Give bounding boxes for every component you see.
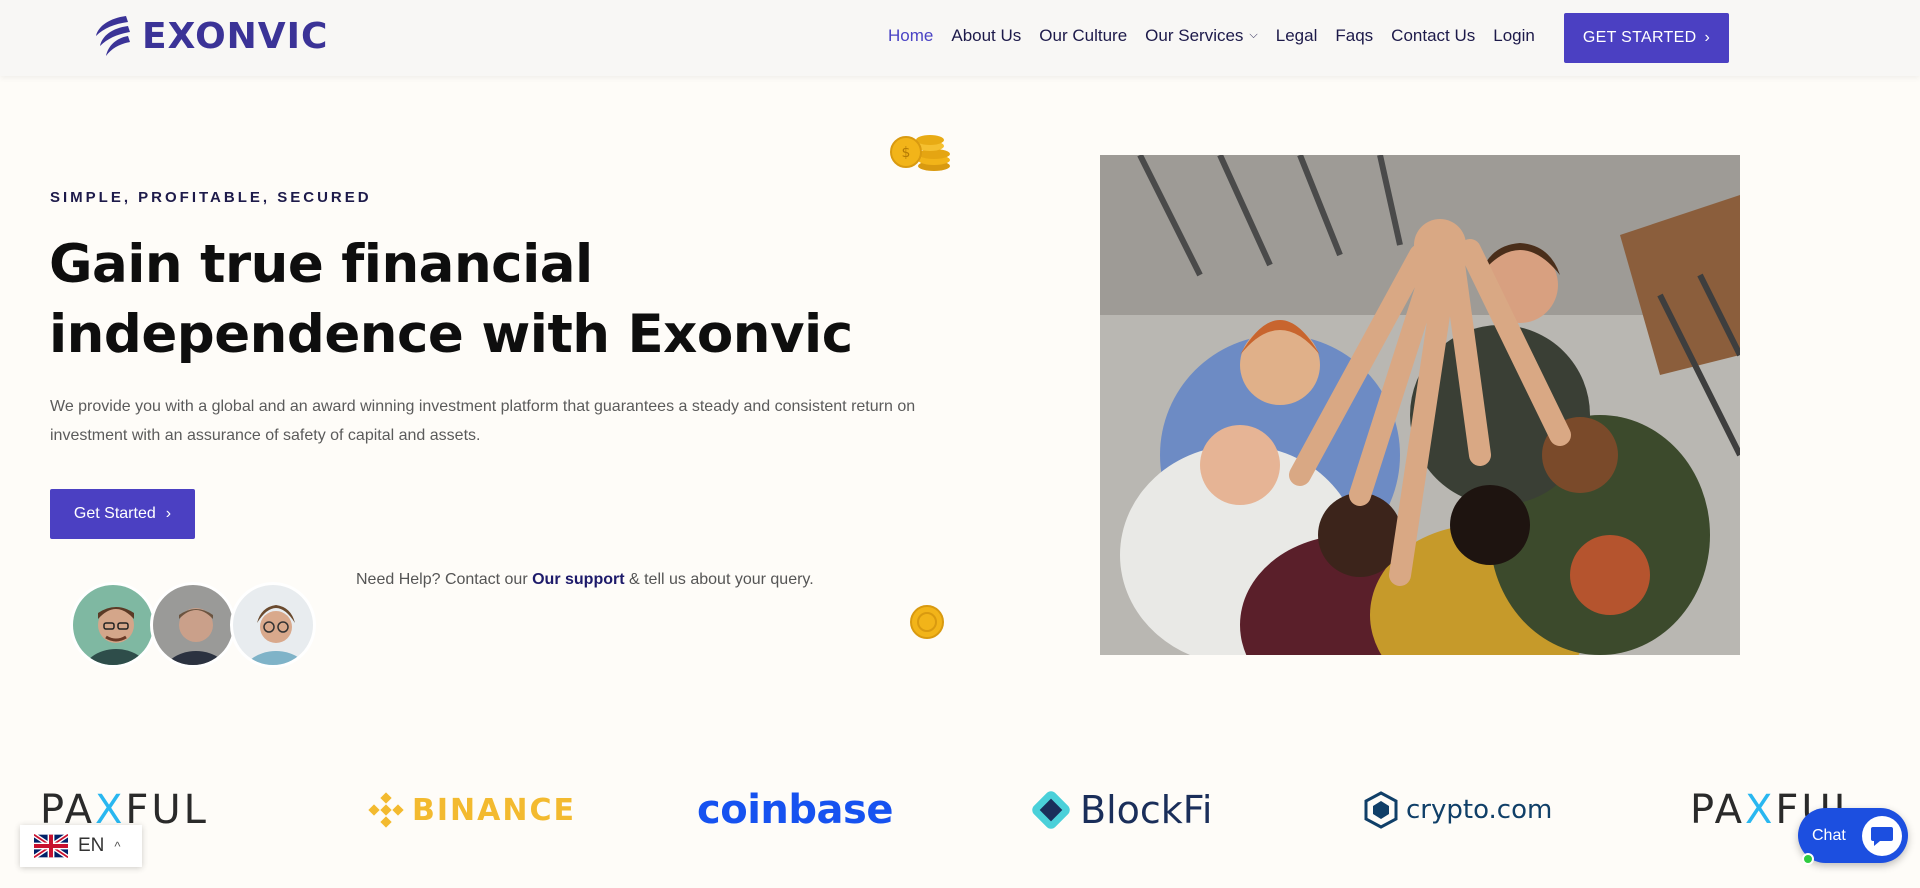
coin-icon bbox=[910, 605, 944, 639]
hero-team-photo bbox=[1100, 155, 1740, 655]
chevron-up-icon: ^ bbox=[114, 838, 121, 854]
partner-blockfi-logo: BlockFi bbox=[1030, 780, 1212, 840]
cryptocom-icon bbox=[1364, 791, 1398, 829]
partner-binance-logo: BINANCE bbox=[368, 780, 576, 840]
hero-eyebrow: SIMPLE, PROFITABLE, SECURED bbox=[50, 189, 372, 206]
paxful-x-letter: X bbox=[1744, 787, 1776, 833]
partner-binance-label: BINANCE bbox=[412, 792, 576, 828]
chat-bubble-icon bbox=[1862, 816, 1902, 856]
language-switcher[interactable]: EN ^ bbox=[20, 825, 142, 867]
nav-about-us[interactable]: About Us bbox=[951, 26, 1021, 46]
nav-our-culture[interactable]: Our Culture bbox=[1039, 26, 1127, 46]
logo-swoosh-icon bbox=[96, 16, 130, 56]
support-link[interactable]: Our support bbox=[532, 571, 624, 588]
chat-label: Chat bbox=[1812, 826, 1846, 844]
main-nav: Home About Us Our Culture Our Services ⌵… bbox=[888, 26, 1535, 46]
coins-stack-icon: $ bbox=[890, 135, 950, 171]
nav-our-services-label: Our Services bbox=[1145, 26, 1244, 45]
brand-name: EXONVIC bbox=[142, 15, 329, 57]
help-text: Need Help? Contact our Our support & tel… bbox=[356, 571, 814, 589]
partner-logos: PAXFUL BINANCE coinbase BlockFi crypto.c… bbox=[0, 780, 1920, 840]
help-prefix: Need Help? Contact our bbox=[356, 571, 533, 588]
avatar bbox=[70, 582, 156, 668]
chevron-right-icon: › bbox=[1704, 29, 1711, 46]
uk-flag-icon bbox=[34, 834, 68, 858]
partner-blockfi-label: BlockFi bbox=[1080, 788, 1213, 832]
avatar bbox=[230, 582, 316, 668]
nav-legal[interactable]: Legal bbox=[1276, 26, 1318, 46]
hero-title: Gain true financial independence with Ex… bbox=[49, 234, 853, 365]
nav-our-services[interactable]: Our Services ⌵ bbox=[1145, 26, 1258, 46]
online-status-dot bbox=[1802, 853, 1814, 865]
get-started-label: Get Started bbox=[73, 505, 156, 522]
hero-description: We provide you with a global and an awar… bbox=[50, 398, 916, 444]
get-started-button[interactable]: Get Started › bbox=[50, 489, 195, 539]
svg-text:$: $ bbox=[902, 145, 911, 161]
partner-coinbase-label: coinbase bbox=[697, 787, 893, 833]
nav-faqs[interactable]: Faqs bbox=[1335, 26, 1373, 46]
nav-contact-us[interactable]: Contact Us bbox=[1391, 26, 1475, 46]
partner-cryptocom-label: crypto.com bbox=[1406, 795, 1553, 825]
get-started-header-button[interactable]: GET STARTED › bbox=[1564, 13, 1729, 63]
nav-home[interactable]: Home bbox=[888, 26, 933, 46]
chevron-down-icon: ⌵ bbox=[1249, 28, 1258, 41]
language-code: EN bbox=[78, 835, 105, 856]
help-suffix: & tell us about your query. bbox=[624, 571, 814, 588]
nav-login[interactable]: Login bbox=[1493, 26, 1535, 46]
binance-icon bbox=[368, 792, 404, 828]
brand-logo[interactable]: EXONVIC bbox=[92, 12, 328, 60]
partner-cryptocom-logo: crypto.com bbox=[1364, 780, 1552, 840]
chevron-right-icon: › bbox=[165, 505, 172, 522]
get-started-header-label: GET STARTED bbox=[1582, 29, 1697, 46]
blockfi-icon bbox=[1032, 791, 1070, 829]
partner-coinbase-logo: coinbase bbox=[697, 780, 893, 840]
site-header: EXONVIC Home About Us Our Culture Our Se… bbox=[0, 0, 1920, 76]
avatar bbox=[150, 582, 236, 668]
support-avatars bbox=[70, 582, 316, 668]
chat-button[interactable]: Chat bbox=[1798, 808, 1908, 865]
